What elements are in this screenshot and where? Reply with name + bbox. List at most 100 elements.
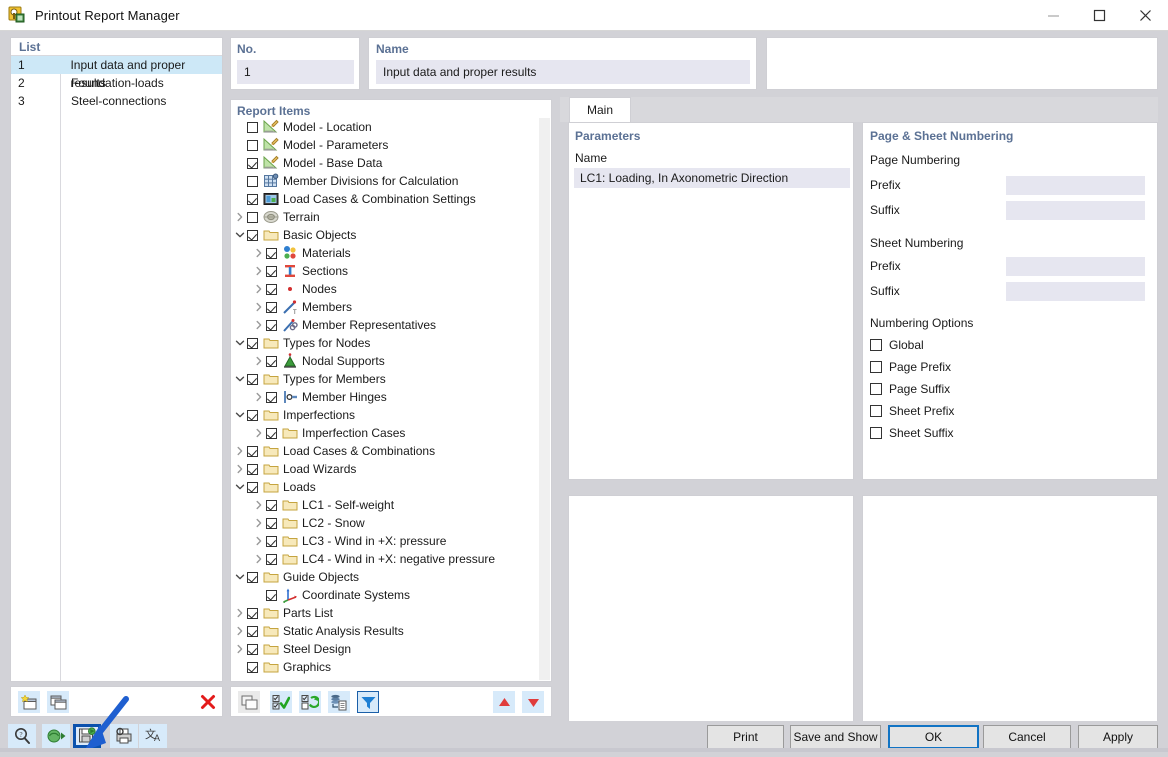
- select-all-button[interactable]: [270, 691, 292, 713]
- tree-item[interactable]: Coordinate Systems: [232, 586, 541, 604]
- tree-item[interactable]: Types for Members: [232, 370, 541, 388]
- numbering-option-checkbox[interactable]: [870, 405, 882, 417]
- chevron-right-icon[interactable]: [251, 262, 266, 280]
- numbering-option-checkbox[interactable]: [870, 383, 882, 395]
- report-selection-button[interactable]: [238, 691, 260, 713]
- numbering-option-row[interactable]: Sheet Suffix: [870, 426, 954, 440]
- tree-item[interactable]: LC4 - Wind in +X: negative pressure: [232, 550, 541, 568]
- tree-item-checkbox[interactable]: [266, 392, 277, 403]
- tree-item[interactable]: Member Hinges: [232, 388, 541, 406]
- tree-item-checkbox[interactable]: [247, 140, 258, 151]
- chevron-down-icon[interactable]: [232, 226, 247, 244]
- page-prefix-input[interactable]: [1006, 176, 1145, 195]
- language-button[interactable]: 文 A: [139, 724, 167, 748]
- tree-item[interactable]: Guide Objects: [232, 568, 541, 586]
- help-button[interactable]: ?: [8, 724, 36, 748]
- tree-item-checkbox[interactable]: [266, 554, 277, 565]
- print-button[interactable]: Print: [707, 725, 784, 749]
- chevron-right-icon[interactable]: [251, 388, 266, 406]
- parameters-value-row[interactable]: LC1: Loading, In Axonometric Direction: [574, 168, 850, 188]
- tree-item-checkbox[interactable]: [266, 500, 277, 511]
- tree-item[interactable]: Model - Base Data: [232, 154, 541, 172]
- tree-item-checkbox[interactable]: [266, 590, 277, 601]
- tree-item[interactable]: Materials: [232, 244, 541, 262]
- numbering-option-row[interactable]: Global: [870, 338, 924, 352]
- ok-button[interactable]: OK: [888, 725, 979, 749]
- tree-item[interactable]: Nodes: [232, 280, 541, 298]
- tree-item-checkbox[interactable]: [247, 338, 258, 349]
- chevron-right-icon[interactable]: [232, 640, 247, 658]
- chevron-right-icon[interactable]: [251, 280, 266, 298]
- insert-item-button[interactable]: [328, 691, 350, 713]
- minimize-button[interactable]: [1030, 0, 1076, 31]
- tree-item-checkbox[interactable]: [247, 158, 258, 169]
- chevron-down-icon[interactable]: [232, 568, 247, 586]
- run-report-button[interactable]: [42, 724, 70, 748]
- apply-button[interactable]: Apply: [1078, 725, 1158, 749]
- numbering-option-row[interactable]: Sheet Prefix: [870, 404, 954, 418]
- tree-item-checkbox[interactable]: [247, 644, 258, 655]
- filter-button[interactable]: [357, 691, 379, 713]
- chevron-right-icon[interactable]: [232, 622, 247, 640]
- sheet-prefix-input[interactable]: [1006, 257, 1145, 276]
- tree-item[interactable]: LC3 - Wind in +X: pressure: [232, 532, 541, 550]
- chevron-down-icon[interactable]: [232, 334, 247, 352]
- tree-item[interactable]: Nodal Supports: [232, 352, 541, 370]
- chevron-down-icon[interactable]: [232, 406, 247, 424]
- tree-item-checkbox[interactable]: [247, 608, 258, 619]
- tree-item[interactable]: Member Representatives: [232, 316, 541, 334]
- tree-item[interactable]: Terrain: [232, 208, 541, 226]
- close-button[interactable]: [1122, 0, 1168, 31]
- list-item[interactable]: 3Steel-connections: [11, 92, 222, 110]
- tree-item[interactable]: Steel Design: [232, 640, 541, 658]
- tree-item-checkbox[interactable]: [247, 194, 258, 205]
- chevron-right-icon[interactable]: [251, 532, 266, 550]
- delete-report-button[interactable]: [197, 691, 219, 713]
- chevron-right-icon[interactable]: [232, 208, 247, 226]
- tree-item-checkbox[interactable]: [247, 446, 258, 457]
- tree-item-checkbox[interactable]: [266, 302, 277, 313]
- tree-item-checkbox[interactable]: [266, 320, 277, 331]
- tree-item[interactable]: Imperfections: [232, 406, 541, 424]
- numbering-option-row[interactable]: Page Prefix: [870, 360, 951, 374]
- tree-item[interactable]: TMembers: [232, 298, 541, 316]
- tree-item[interactable]: Model - Parameters: [232, 136, 541, 154]
- numbering-option-row[interactable]: Page Suffix: [870, 382, 950, 396]
- move-down-button[interactable]: [522, 691, 544, 713]
- cancel-button[interactable]: Cancel: [983, 725, 1071, 749]
- tree-item-checkbox[interactable]: [247, 410, 258, 421]
- tree-item-checkbox[interactable]: [247, 482, 258, 493]
- numbering-option-checkbox[interactable]: [870, 361, 882, 373]
- move-up-button[interactable]: [493, 691, 515, 713]
- tree-item-checkbox[interactable]: [247, 572, 258, 583]
- tree-item[interactable]: LC1 - Self-weight: [232, 496, 541, 514]
- numbering-option-checkbox[interactable]: [870, 339, 882, 351]
- save-and-show-button[interactable]: Save and Show: [790, 725, 881, 749]
- sheet-suffix-input[interactable]: [1006, 282, 1145, 301]
- chevron-right-icon[interactable]: [251, 298, 266, 316]
- tree-item-checkbox[interactable]: [247, 464, 258, 475]
- chevron-right-icon[interactable]: [251, 244, 266, 262]
- tree-item[interactable]: Model - Location: [232, 118, 541, 136]
- tree-item-checkbox[interactable]: [247, 176, 258, 187]
- report-items-tree[interactable]: Model - LocationModel - ParametersModel …: [232, 118, 541, 680]
- tree-item-checkbox[interactable]: [266, 536, 277, 547]
- tree-item[interactable]: LC2 - Snow: [232, 514, 541, 532]
- chevron-right-icon[interactable]: [251, 514, 266, 532]
- tree-item[interactable]: Static Analysis Results: [232, 622, 541, 640]
- tree-item-checkbox[interactable]: [247, 626, 258, 637]
- name-input[interactable]: Input data and proper results: [376, 60, 750, 84]
- tab-main[interactable]: Main: [569, 97, 631, 122]
- tree-item[interactable]: Load Wizards: [232, 460, 541, 478]
- tree-item-checkbox[interactable]: [247, 662, 258, 673]
- tree-item-checkbox[interactable]: [266, 518, 277, 529]
- tree-item-checkbox[interactable]: [266, 284, 277, 295]
- chevron-right-icon[interactable]: [251, 550, 266, 568]
- tree-item-checkbox[interactable]: [266, 356, 277, 367]
- tree-item[interactable]: Basic Objects: [232, 226, 541, 244]
- tree-item[interactable]: Types for Nodes: [232, 334, 541, 352]
- numbering-option-checkbox[interactable]: [870, 427, 882, 439]
- chevron-right-icon[interactable]: [232, 460, 247, 478]
- save-report-button[interactable]: [73, 724, 101, 748]
- tree-item[interactable]: Sections: [232, 262, 541, 280]
